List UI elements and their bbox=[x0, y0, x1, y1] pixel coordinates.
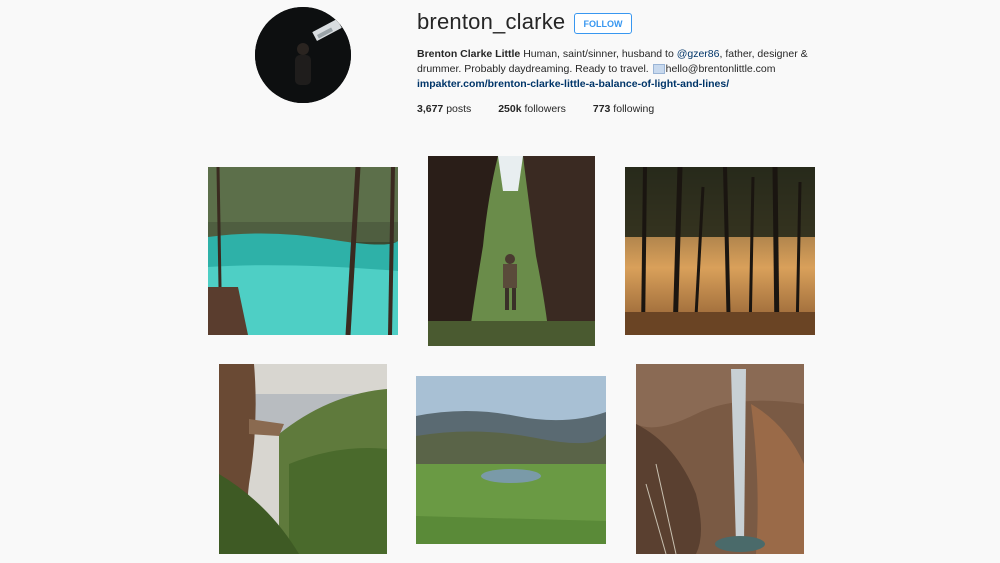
website-link[interactable]: impakter.com/brenton-clarke-little-a-bal… bbox=[417, 77, 827, 92]
bio-email: hello@brentonlittle.com bbox=[665, 63, 776, 75]
followers-count: 250k bbox=[498, 103, 522, 115]
following-label: following bbox=[610, 103, 655, 115]
profile-avatar[interactable] bbox=[255, 7, 351, 103]
followers-label: followers bbox=[521, 103, 566, 115]
photo-forest-sunset[interactable] bbox=[625, 167, 815, 335]
profile-full-name: Brenton Clarke Little bbox=[417, 48, 521, 60]
posts-stat: 3,677 posts bbox=[417, 103, 471, 115]
photo-green-valley-pond[interactable] bbox=[416, 376, 606, 544]
posts-label: posts bbox=[443, 103, 472, 115]
mention-link[interactable]: @gzer86 bbox=[677, 48, 720, 60]
bio-text: Human, saint/sinner, husband to bbox=[520, 48, 677, 60]
profile-stats: 3,677 posts 250k followers 773 following bbox=[417, 103, 678, 115]
following-count: 773 bbox=[592, 103, 611, 115]
email-icon bbox=[652, 64, 665, 75]
photo-cliff-ledge[interactable] bbox=[219, 364, 387, 554]
profile-username: brenton_clarke bbox=[417, 9, 566, 34]
followers-stat[interactable]: 250k followers bbox=[498, 103, 566, 115]
photo-turquoise-lake[interactable] bbox=[208, 167, 398, 335]
photo-cave-hiker[interactable] bbox=[428, 156, 595, 346]
following-stat[interactable]: 773 following bbox=[593, 103, 654, 115]
follow-button[interactable]: FOLLOW bbox=[574, 13, 632, 34]
profile-bio: Brenton Clarke Little Human, saint/sinne… bbox=[417, 47, 827, 92]
photo-canyon-waterfall[interactable] bbox=[636, 364, 804, 554]
posts-count: 3,677 bbox=[417, 103, 444, 115]
